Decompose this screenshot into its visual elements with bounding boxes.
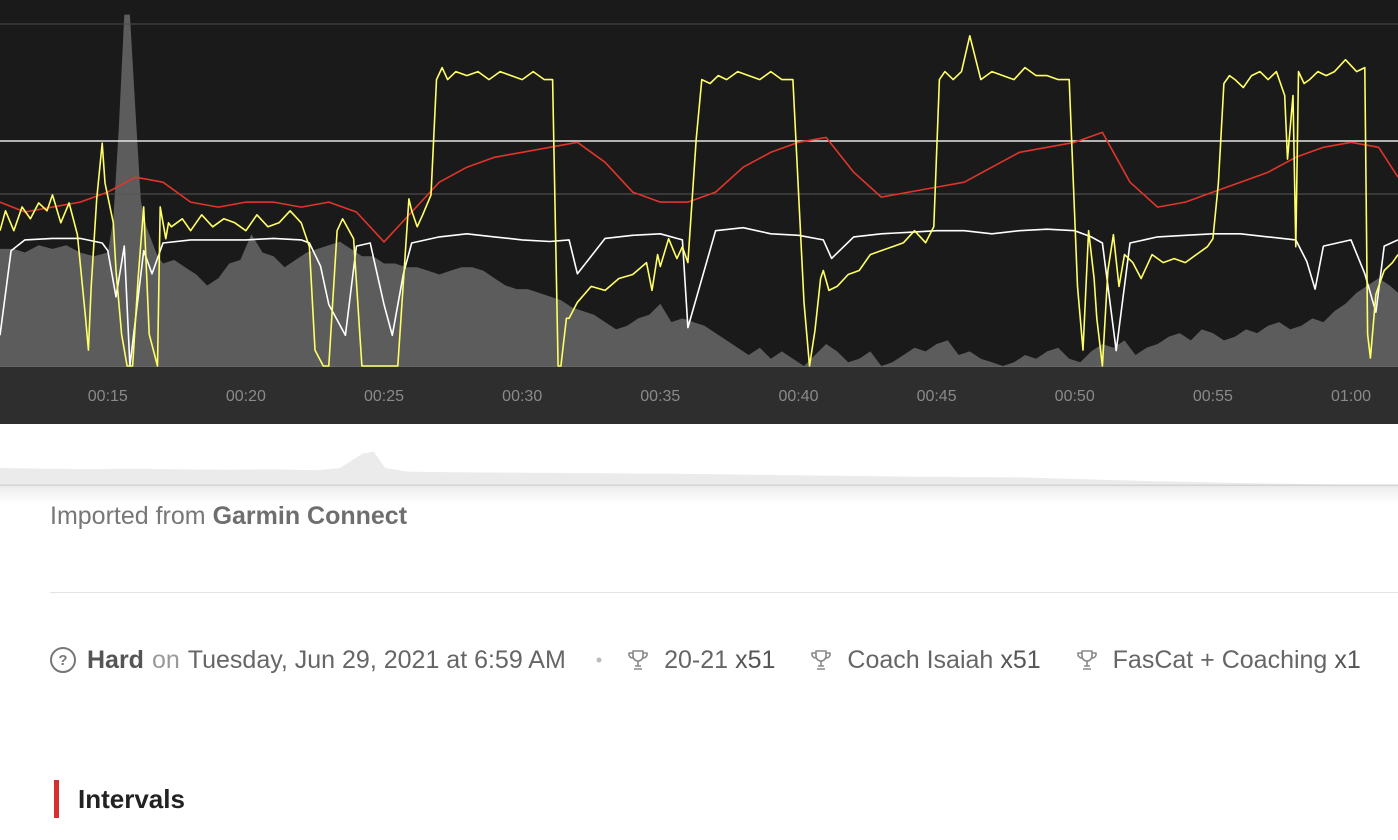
x-tick-label: 00:50	[1055, 388, 1095, 405]
import-source-name: Garmin Connect	[212, 502, 408, 530]
overview-chart-svg[interactable]	[0, 424, 1398, 492]
x-tick-label: 00:45	[917, 388, 957, 405]
x-tick-label: 00:35	[640, 388, 680, 405]
tag-name: 20-21	[664, 645, 729, 674]
import-prefix: Imported from	[50, 502, 206, 530]
separator-dot: •	[595, 649, 603, 670]
overview-chart[interactable]	[0, 424, 1398, 492]
x-tick-label: 00:20	[226, 388, 266, 405]
overview-elevation-area	[0, 451, 1398, 486]
x-tick-label: 00:25	[364, 388, 404, 405]
workout-date: Tuesday, Jun 29, 2021 at 6:59 AM	[187, 645, 566, 674]
divider	[50, 592, 1398, 593]
workout-meta-row: ? Hard on Tuesday, Jun 29, 2021 at 6:59 …	[50, 640, 1395, 680]
tag-name: Coach Isaiah	[847, 645, 994, 674]
x-axis-band	[0, 366, 1398, 424]
workout-chart-svg[interactable]: 00:15 00:20 00:25 00:30 00:35 00:40 00:45 00:50…	[0, 0, 1398, 424]
x-tick-label: 00:55	[1193, 388, 1233, 405]
tag-item[interactable]: FasCat + Coaching x1	[1075, 646, 1361, 675]
section-heading-intervals: Intervals	[54, 780, 185, 818]
question-circle-icon[interactable]: ?	[50, 647, 76, 673]
tag-count: x51	[735, 645, 776, 674]
on-word: on	[151, 645, 180, 674]
import-source: Imported from Garmin Connect	[50, 502, 407, 531]
trophy-icon	[628, 650, 648, 670]
x-tick-label: 01:00	[1331, 388, 1371, 405]
x-tick-label: 00:30	[502, 388, 542, 405]
trophy-icon	[1076, 650, 1097, 670]
tag-count: x51	[1000, 645, 1041, 674]
difficulty-label[interactable]: Hard	[87, 646, 144, 675]
tag-name: FasCat + Coaching	[1112, 645, 1328, 674]
tag-item[interactable]: Coach Isaiah x51	[809, 645, 1041, 675]
x-tick-label: 00:40	[778, 388, 818, 405]
tag-count: x1	[1334, 645, 1361, 674]
tag-item[interactable]: 20-21 x51	[626, 646, 775, 675]
trophy-icon	[811, 650, 832, 670]
workout-chart[interactable]: 00:15 00:20 00:25 00:30 00:35 00:40 00:45 00:50…	[0, 0, 1398, 424]
x-tick-label: 00:15	[88, 388, 128, 405]
